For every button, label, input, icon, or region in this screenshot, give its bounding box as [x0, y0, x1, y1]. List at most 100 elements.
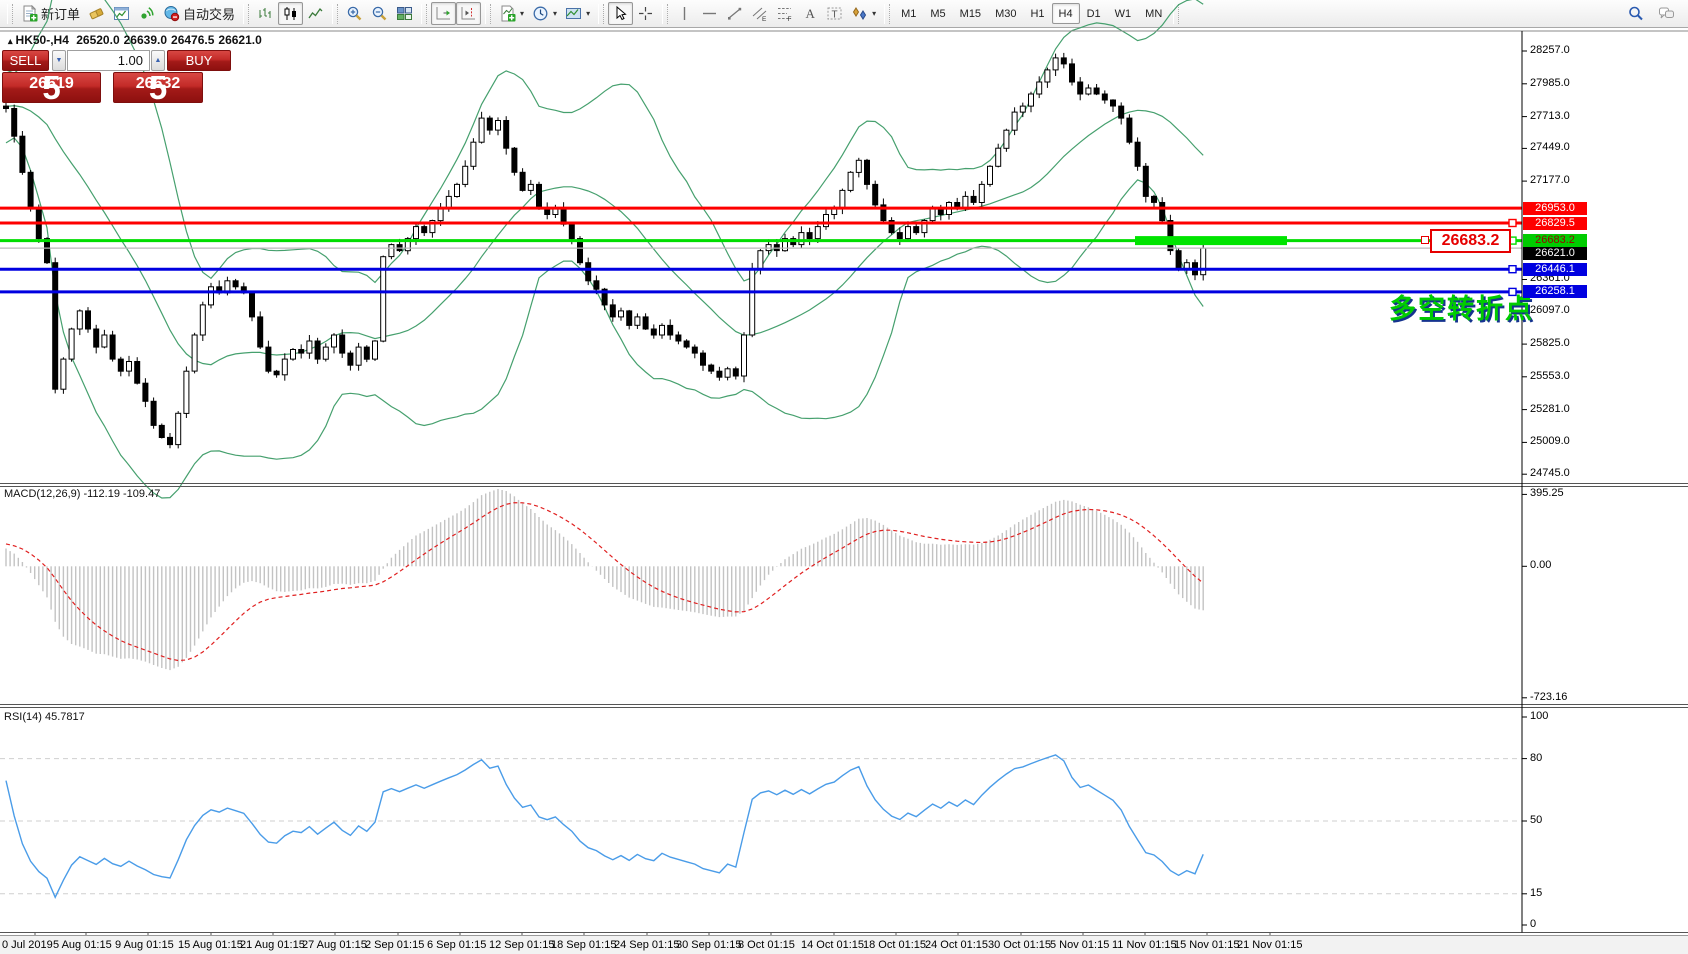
- candle-body: [897, 233, 902, 239]
- sell-price[interactable]: 26619.5: [2, 72, 101, 103]
- candle-body: [668, 325, 673, 335]
- candle-body: [151, 401, 156, 425]
- candle-body: [4, 106, 9, 108]
- candle-body: [233, 281, 238, 287]
- candle-body: [364, 347, 369, 359]
- candle-body: [963, 196, 968, 208]
- candle-body: [758, 251, 763, 269]
- candle-body: [200, 305, 205, 335]
- candle-body: [1111, 100, 1116, 106]
- candle-body: [118, 359, 123, 371]
- candle-body: [1102, 94, 1107, 100]
- candle-body: [856, 160, 861, 172]
- candle-body: [742, 335, 747, 376]
- candle-body: [610, 305, 615, 317]
- candle-body: [865, 160, 870, 184]
- candle-body: [282, 359, 287, 375]
- candle-body: [996, 148, 1001, 166]
- candle-body: [1160, 203, 1165, 221]
- candle-body: [307, 341, 312, 353]
- volume-decrease-button[interactable]: ▼: [52, 50, 66, 71]
- candle-body: [110, 335, 115, 359]
- line-drag-marker[interactable]: [1509, 220, 1516, 227]
- candle-body: [586, 263, 591, 281]
- candle-body: [1070, 64, 1075, 82]
- candle-body: [135, 362, 140, 384]
- candle-body: [414, 227, 419, 239]
- candle-body: [709, 365, 714, 371]
- candle-body: [988, 166, 993, 184]
- candle-body: [528, 184, 533, 190]
- candle-body: [520, 172, 525, 190]
- candle-body: [168, 437, 173, 444]
- buy-price-frac: 5: [149, 75, 167, 101]
- candle-body: [971, 196, 976, 202]
- buy-button[interactable]: BUY: [167, 50, 231, 71]
- candle-body: [824, 215, 829, 227]
- candle-body: [20, 136, 25, 172]
- candle-body: [512, 148, 517, 172]
- candle-body: [1143, 166, 1148, 196]
- candle-body: [159, 425, 164, 437]
- candle-body: [537, 184, 542, 208]
- candle-body: [184, 371, 189, 413]
- candle-body: [315, 341, 320, 359]
- candle-body: [102, 335, 107, 347]
- candle-body: [930, 209, 935, 221]
- candle-body: [1061, 58, 1066, 64]
- candle-body: [979, 184, 984, 202]
- candle-body: [69, 329, 74, 359]
- line-drag-marker[interactable]: [1509, 288, 1516, 295]
- candle-body: [1045, 70, 1050, 82]
- candle-body: [733, 369, 738, 376]
- candle-body: [840, 190, 845, 208]
- candle-body: [1012, 112, 1017, 130]
- candle-body: [1152, 196, 1157, 202]
- line-drag-marker[interactable]: [1509, 266, 1516, 273]
- candle-body: [914, 227, 919, 233]
- volume-increase-button[interactable]: ▲: [151, 50, 165, 71]
- bollinger-middle: [6, 106, 1203, 365]
- line-drag-marker[interactable]: [1509, 237, 1516, 244]
- candle-body: [61, 359, 66, 389]
- candle-body: [676, 335, 681, 341]
- buy-price[interactable]: 26632.5: [113, 72, 203, 103]
- candle-body: [127, 362, 132, 372]
- candle-body: [291, 350, 296, 360]
- candle-body: [1127, 118, 1132, 142]
- candle-body: [750, 269, 755, 335]
- candle-body: [717, 371, 722, 377]
- candle-body: [12, 109, 17, 137]
- sell-price-frac: 5: [42, 75, 60, 101]
- candle-body: [496, 121, 501, 131]
- candle-body: [323, 347, 328, 359]
- candle-body: [143, 383, 148, 401]
- candle-body: [487, 118, 492, 130]
- candle-body: [799, 233, 804, 245]
- candle-body: [504, 121, 509, 149]
- candle-body: [479, 118, 484, 142]
- candle-body: [660, 325, 665, 335]
- one-click-trading-panel: SELL ▼ ▲ BUY 26619.5 26632.5: [2, 48, 234, 104]
- candle-body: [348, 353, 353, 365]
- candle-body: [258, 317, 263, 347]
- candle-body: [192, 335, 197, 371]
- green-highlight-band[interactable]: [1135, 236, 1287, 245]
- candle-body: [1078, 82, 1083, 94]
- chart-canvas[interactable]: [0, 0, 1688, 954]
- candle-body: [86, 311, 91, 329]
- candle-body: [250, 293, 255, 317]
- candle-body: [1020, 106, 1025, 112]
- candle-body: [209, 287, 214, 305]
- rsi-line: [6, 755, 1203, 897]
- candle-body: [1201, 248, 1206, 275]
- sell-button[interactable]: SELL: [2, 50, 49, 71]
- candle-body: [77, 311, 82, 329]
- candle-body: [45, 239, 50, 263]
- volume-input[interactable]: [67, 50, 150, 71]
- candle-body: [848, 172, 853, 190]
- candle-body: [340, 335, 345, 353]
- candle-body: [299, 350, 304, 354]
- candle-body: [619, 311, 624, 317]
- candle-body: [627, 311, 632, 326]
